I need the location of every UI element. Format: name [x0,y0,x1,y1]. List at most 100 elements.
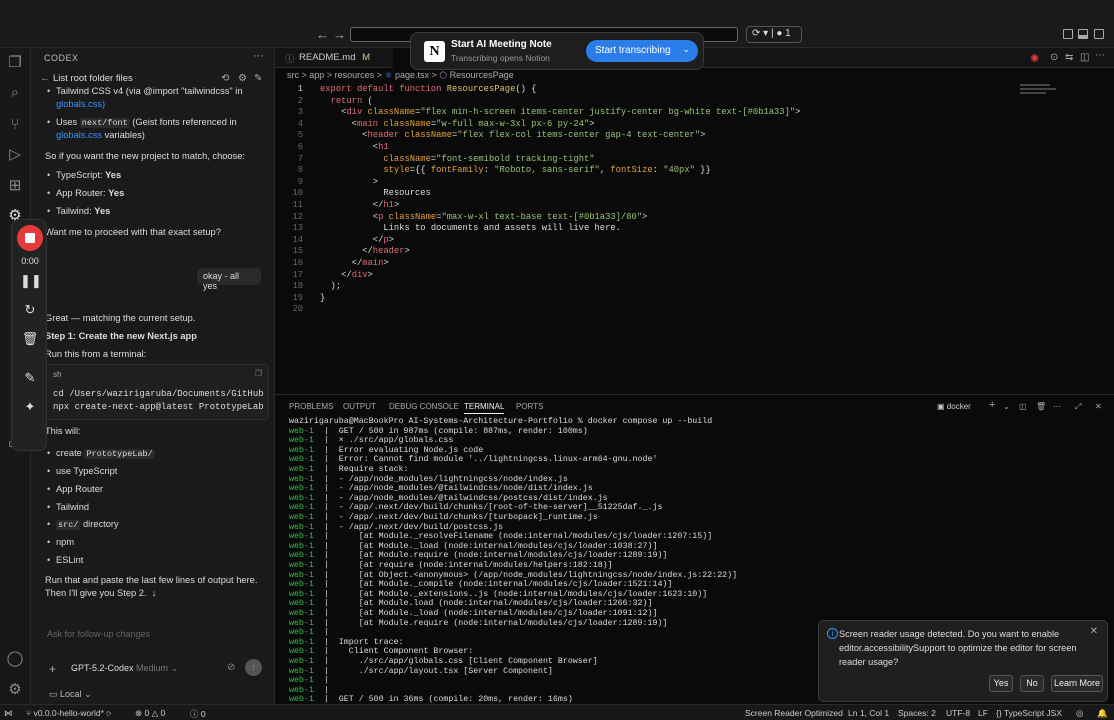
trash-icon[interactable]: 🗑 [20,329,40,349]
tab-terminal[interactable]: TERMINAL [464,402,505,414]
maximize-panel-icon[interactable]: ⤢ [1075,402,1081,412]
tab-readme[interactable]: ⓘ README.md M [275,48,393,68]
file-link[interactable]: globals.css) [56,99,105,109]
status-bar: ⋈ ⑂ v0.0.0-hello-world* ⟳ ⊗ 0 △ 0 ⓘ 0 Sc… [0,704,1114,720]
line-number: 20 [292,304,303,315]
search-icon[interactable]: ⌕ [5,83,25,103]
history-icon[interactable]: ⟲ [221,73,229,84]
info-icon: ⓘ [190,709,199,719]
pen-icon[interactable]: ✎ [20,368,40,388]
copilot-icon[interactable]: ✺ [1030,52,1039,65]
encoding[interactable]: UTF-8 [946,708,970,718]
terminal-line: web-1 | [at Module.require (node:interna… [289,551,668,561]
branch-indicator[interactable]: ⑂ v0.0.0-hello-world* ⟳ [26,708,111,718]
line-number: 13 [292,223,303,234]
settings-icon[interactable]: ⚙ [238,73,247,84]
account-icon[interactable]: ◯ [5,649,25,669]
terminal-selector[interactable]: ▣ docker [937,402,971,411]
code-block: sh ❐ cd /Users/wazirigaruba/Documents/Gi… [45,364,269,420]
copilot-status-icon[interactable]: ◎ [1076,708,1083,719]
screen-reader-toast: i Screen reader usage detected. Do you w… [818,620,1108,702]
problems-indicator[interactable]: ⊗ 0 △ 0 [135,708,165,719]
terminal-icon: ▣ [937,402,945,411]
yes-button[interactable]: Yes [989,675,1013,692]
minimap[interactable] [1020,82,1060,102]
highlighter-icon[interactable]: ✦ [20,397,40,417]
more-actions-icon[interactable]: ⋯ [1053,402,1061,411]
add-context-icon[interactable]: + [49,662,56,676]
diff-icon[interactable]: ⇆ [1065,52,1073,63]
tab-ports[interactable]: PORTS [516,402,543,411]
line-number: 6 [297,142,303,152]
toggle-secondary-sidebar-icon[interactable] [1094,29,1104,39]
new-chat-icon[interactable]: ✎ [254,73,262,84]
model-selector[interactable]: GPT-5.2-Codex Medium ⌄ [71,663,178,674]
kill-terminal-icon[interactable]: 🗑 [1036,402,1046,411]
arrow-down-icon[interactable]: ↓ [149,588,157,598]
list-item-cont: globals.css variables) [56,130,145,140]
back-icon[interactable]: ← [40,73,50,84]
compare-icon[interactable]: ⊙ [1050,52,1058,63]
terminal-line: web-1 | - /app/node_modules/lightningcss… [289,474,568,484]
terminal-line: web-1 | [289,685,334,695]
no-button[interactable]: No [1020,675,1044,692]
auto-icon[interactable]: ⊘ [227,662,235,673]
language-mode[interactable]: {} TypeScript JSX [996,708,1062,718]
terminal-prompt: wazirigaruba@MacBookPro AI-Systems-Archi… [289,417,713,426]
terminal-line: web-1 | Error: Cannot find module '../li… [289,455,658,465]
list-item: App Router: Yes [47,188,124,198]
split-terminal-icon[interactable]: ◫ [1019,402,1027,411]
more-actions-icon[interactable]: ⋯ [1095,50,1105,61]
toggle-sidebar-icon[interactable] [1063,29,1073,39]
terminal-line: web-1 | [at Module.load (node:internal/m… [289,599,653,609]
copy-icon[interactable]: ❐ [255,369,262,378]
code-editor[interactable]: 1 export default function ResourcesPage()… [275,82,1114,382]
paragraph: Run this from a terminal: [45,349,147,359]
explorer-icon[interactable]: ❐ [5,53,25,73]
stop-recording-button[interactable] [17,225,43,251]
screen-reader-status[interactable]: Screen Reader Optimized [745,708,843,718]
error-icon: ⊗ [135,708,143,718]
terminal-line: web-1 | Import trace: [289,637,404,647]
run-debug-icon[interactable]: ▷ [5,145,25,165]
breadcrumb: src > app > resources > ⚛ page.tsx > ⬡ R… [287,70,514,80]
more-actions-icon[interactable]: ··· [253,50,264,62]
code-line: export default function ResourcesPage() … [320,84,537,94]
back-arrow-icon[interactable]: ← [316,27,329,42]
chevron-down-icon[interactable]: ⌄ [682,44,690,55]
tab-output[interactable]: OUTPUT [343,402,376,411]
terminal-line: web-1 | [at Module._resolveFilename (nod… [289,532,713,542]
cursor-position[interactable]: Ln 1, Col 1 [848,708,889,718]
pause-icon[interactable]: ❚❚ [20,271,42,291]
send-button[interactable]: ↑ [245,659,262,676]
close-panel-icon[interactable]: ✕ [1095,402,1102,411]
file-link[interactable]: globals.css [56,130,102,140]
line-ending[interactable]: LF [978,708,988,718]
code-line: </div> [320,269,373,280]
tab-debug-console[interactable]: DEBUG CONSOLE [389,402,459,411]
start-transcribing-button[interactable]: Start transcribing ⌄ [586,40,698,62]
code-line: npx create-next-app@latest PrototypeLab … [53,402,269,412]
chevron-down-icon[interactable]: ⌄ [1003,402,1010,411]
source-control-icon[interactable]: ⑂ [5,115,25,135]
environment-selector[interactable]: ▭ Local ⌄ [49,689,92,700]
indentation[interactable]: Spaces: 2 [898,708,936,718]
settings-gear-icon[interactable]: ⚙ [5,680,25,700]
tsx-icon: ⚛ [384,70,393,80]
remote-icon[interactable]: ⋈ [4,708,13,719]
warning-icon: △ [151,708,159,718]
notifications-bell-icon[interactable]: 🔔 [1097,708,1108,719]
copilot-status[interactable]: ⟳ ▾ | ● 1 [746,26,802,43]
info-indicator[interactable]: ⓘ 0 [190,708,206,720]
split-editor-icon[interactable]: ◫ [1080,52,1089,63]
tab-problems[interactable]: PROBLEMS [289,402,333,411]
toggle-panel-icon[interactable] [1078,29,1088,39]
extensions-icon[interactable]: ⊞ [5,176,25,196]
line-number: 12 [292,211,303,222]
learn-more-button[interactable]: Learn More [1051,675,1103,692]
close-icon[interactable]: ✕ [1090,626,1098,637]
forward-arrow-icon[interactable]: → [333,27,346,42]
restart-icon[interactable]: ↻ [20,300,40,320]
new-terminal-icon[interactable]: + [989,399,995,411]
chat-input[interactable]: Ask for follow-up changes [47,629,150,639]
